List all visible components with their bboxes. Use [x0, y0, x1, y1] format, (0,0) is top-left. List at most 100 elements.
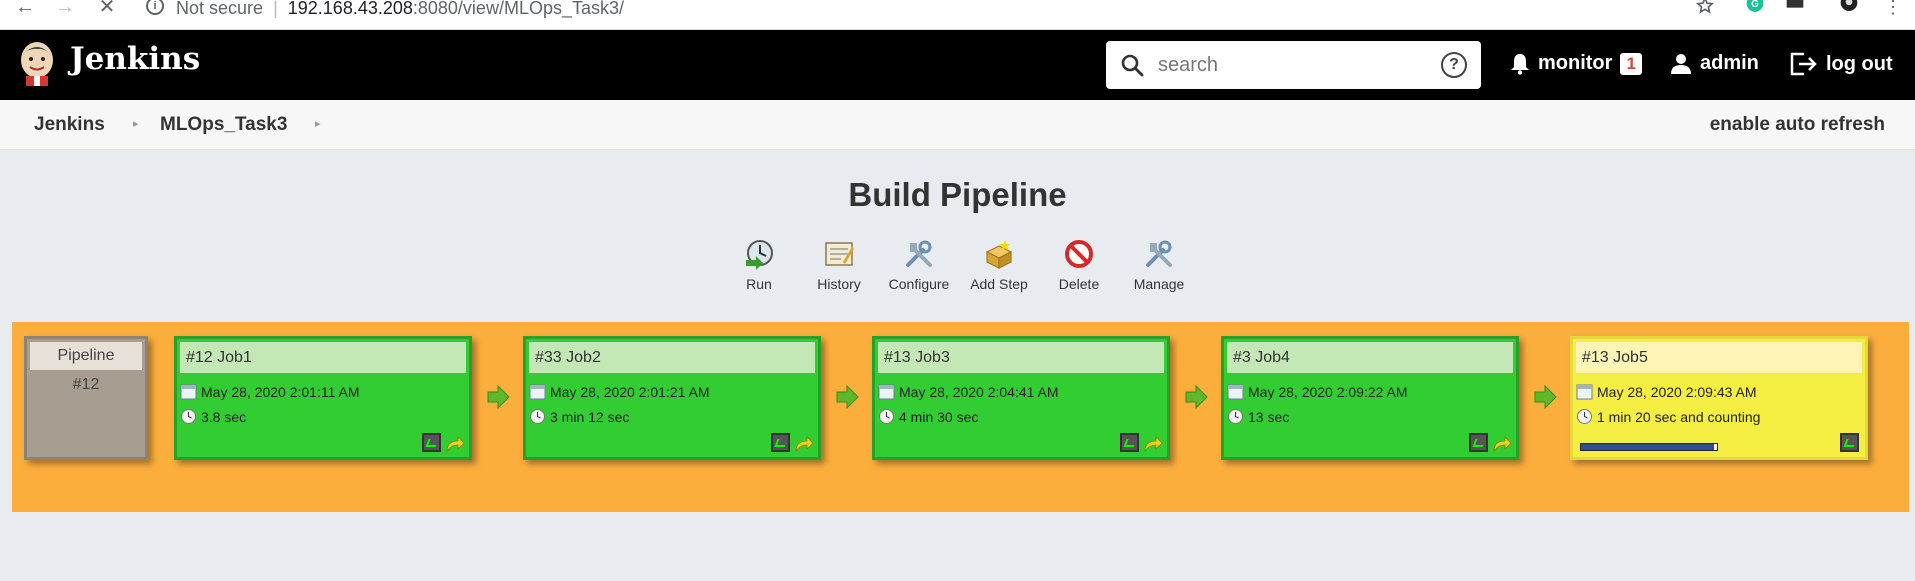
page-title: Build Pipeline	[848, 176, 1067, 213]
job-title[interactable]: #3 Job4	[1227, 342, 1513, 373]
more-menu-icon[interactable]: ⋮	[1882, 0, 1904, 16]
job-box-job3[interactable]: #13 Job3 May 28, 2020 2:04:41 AM 4 min 3…	[872, 336, 1170, 460]
job-duration: 13 sec	[1248, 408, 1290, 425]
pipeline-head-number: #12	[72, 376, 100, 393]
url-text[interactable]: Not secure | 192.168.43.208:8080/view/ML…	[176, 0, 624, 19]
monitor-link[interactable]: monitor 1	[1510, 52, 1642, 75]
delete-icon	[1065, 240, 1093, 268]
user-link[interactable]: admin	[1670, 52, 1759, 75]
breadcrumb: Jenkins ▸ MLOps_Task3 ▸ enable auto refr…	[0, 100, 1915, 150]
calendar-icon	[180, 384, 197, 400]
job-duration: 3.8 sec	[201, 408, 247, 425]
brand-title[interactable]: Jenkins	[70, 41, 200, 77]
user-icon	[1671, 53, 1691, 74]
pipeline-header-box[interactable]: Pipeline #12	[24, 336, 148, 460]
run-button[interactable]: Run	[719, 238, 799, 292]
grammarly-icon[interactable]: G	[1744, 0, 1766, 16]
rebuild-icon[interactable]	[1492, 434, 1512, 454]
calendar-icon	[878, 384, 895, 400]
job-date-row: May 28, 2020 2:09:22 AM	[1227, 383, 1408, 400]
search-icon	[1121, 54, 1144, 77]
job-duration-row: 4 min 30 sec	[878, 408, 978, 425]
clock-icon	[1577, 409, 1592, 424]
search-input[interactable]	[1158, 49, 1428, 81]
run-label: Run	[746, 276, 772, 292]
console-icon[interactable]	[1840, 433, 1859, 452]
history-label: History	[817, 276, 861, 292]
breadcrumb-jenkins[interactable]: Jenkins	[34, 114, 105, 136]
history-button[interactable]: History	[799, 238, 879, 292]
configure-label: Configure	[888, 276, 950, 292]
help-icon[interactable]: ?	[1441, 52, 1467, 78]
job-duration: 3 min 12 sec	[550, 408, 630, 425]
profile-avatar-icon[interactable]	[1838, 0, 1860, 16]
security-label: Not secure	[176, 0, 264, 18]
job-date: May 28, 2020 2:09:22 AM	[1248, 383, 1408, 400]
add-step-icon	[985, 240, 1013, 269]
job-title[interactable]: #33 Job2	[529, 342, 815, 373]
job-date: May 28, 2020 2:04:41 AM	[899, 383, 1059, 400]
chevron-right-icon[interactable]: ▸	[315, 117, 321, 130]
chevron-right-icon[interactable]: ▸	[133, 117, 139, 130]
arrow-right-icon	[836, 384, 859, 410]
job-title[interactable]: #13 Job3	[878, 342, 1164, 373]
console-icon[interactable]	[1120, 433, 1139, 452]
console-icon[interactable]	[422, 433, 441, 452]
job-date: May 28, 2020 2:01:21 AM	[550, 383, 710, 400]
url-host: 192.168.43.208	[287, 0, 413, 18]
enable-auto-refresh-link[interactable]: enable auto refresh	[1710, 114, 1885, 136]
url-path: :8080/view/MLOps_Task3/	[412, 0, 624, 18]
breadcrumb-mlops-task3[interactable]: MLOps_Task3	[160, 114, 287, 136]
calendar-icon	[1576, 384, 1593, 400]
jenkins-logo-icon[interactable]	[18, 40, 56, 86]
build-progress-fill	[1581, 444, 1715, 450]
arrow-right-icon	[1534, 384, 1557, 410]
configure-icon	[906, 240, 932, 267]
job-box-job5[interactable]: #13 Job5 May 28, 2020 2:09:43 AM 1 min 2…	[1570, 336, 1868, 460]
clock-icon	[1228, 409, 1243, 424]
rebuild-icon[interactable]	[445, 434, 465, 454]
add-step-button[interactable]: Add Step	[959, 238, 1039, 292]
manage-button[interactable]: Manage	[1119, 238, 1199, 292]
svg-text:G: G	[1751, 0, 1759, 10]
bell-icon	[1511, 53, 1529, 75]
build-pipeline: Pipeline #12 #12 Job1 May 28, 2020 2:01:…	[12, 322, 1909, 512]
job-date-row: May 28, 2020 2:01:21 AM	[529, 383, 710, 400]
job-title[interactable]: #13 Job5	[1576, 342, 1862, 373]
rebuild-icon[interactable]	[794, 434, 814, 454]
jenkins-header: Jenkins ? monitor 1 admin log out	[0, 30, 1915, 100]
rebuild-icon[interactable]	[1143, 434, 1163, 454]
history-icon	[825, 242, 854, 266]
delete-button[interactable]: Delete	[1039, 238, 1119, 292]
console-icon[interactable]	[1469, 433, 1488, 452]
job-duration-row: 13 sec	[1227, 408, 1289, 425]
job-box-job1[interactable]: #12 Job1 May 28, 2020 2:01:11 AM 3.8 sec	[174, 336, 472, 460]
calendar-icon	[529, 384, 546, 400]
logout-link[interactable]: log out	[1790, 52, 1893, 76]
job-duration: 4 min 30 sec	[899, 408, 979, 425]
forward-icon[interactable]: →	[54, 0, 76, 17]
stop-loading-icon[interactable]: ✕	[96, 0, 118, 17]
monitor-count-badge: 1	[1620, 52, 1642, 75]
job-title[interactable]: #12 Job1	[180, 342, 466, 373]
logout-icon	[1790, 52, 1817, 76]
job-date-row: May 28, 2020 2:04:41 AM	[878, 383, 1059, 400]
manage-icon	[1146, 240, 1172, 267]
search-box[interactable]: ?	[1106, 41, 1481, 89]
star-icon[interactable]	[1694, 0, 1716, 16]
pipeline-head-title: Pipeline	[30, 342, 142, 370]
job-box-job4[interactable]: #3 Job4 May 28, 2020 2:09:22 AM 13 sec	[1221, 336, 1519, 460]
clock-icon	[879, 409, 894, 424]
back-icon[interactable]: ←	[14, 0, 36, 17]
configure-button[interactable]: Configure	[879, 238, 959, 292]
monitor-label: monitor	[1538, 52, 1613, 74]
arrow-right-icon	[487, 384, 510, 410]
job-date: May 28, 2020 2:01:11 AM	[201, 383, 360, 400]
info-icon[interactable]: i	[146, 0, 164, 15]
calendar-icon	[1227, 384, 1244, 400]
console-icon[interactable]	[771, 433, 790, 452]
logout-label: log out	[1826, 52, 1893, 75]
keyboard-icon[interactable]	[1784, 0, 1806, 16]
job-box-job2[interactable]: #33 Job2 May 28, 2020 2:01:21 AM 3 min 1…	[523, 336, 821, 460]
add-step-label: Add Step	[970, 276, 1028, 292]
